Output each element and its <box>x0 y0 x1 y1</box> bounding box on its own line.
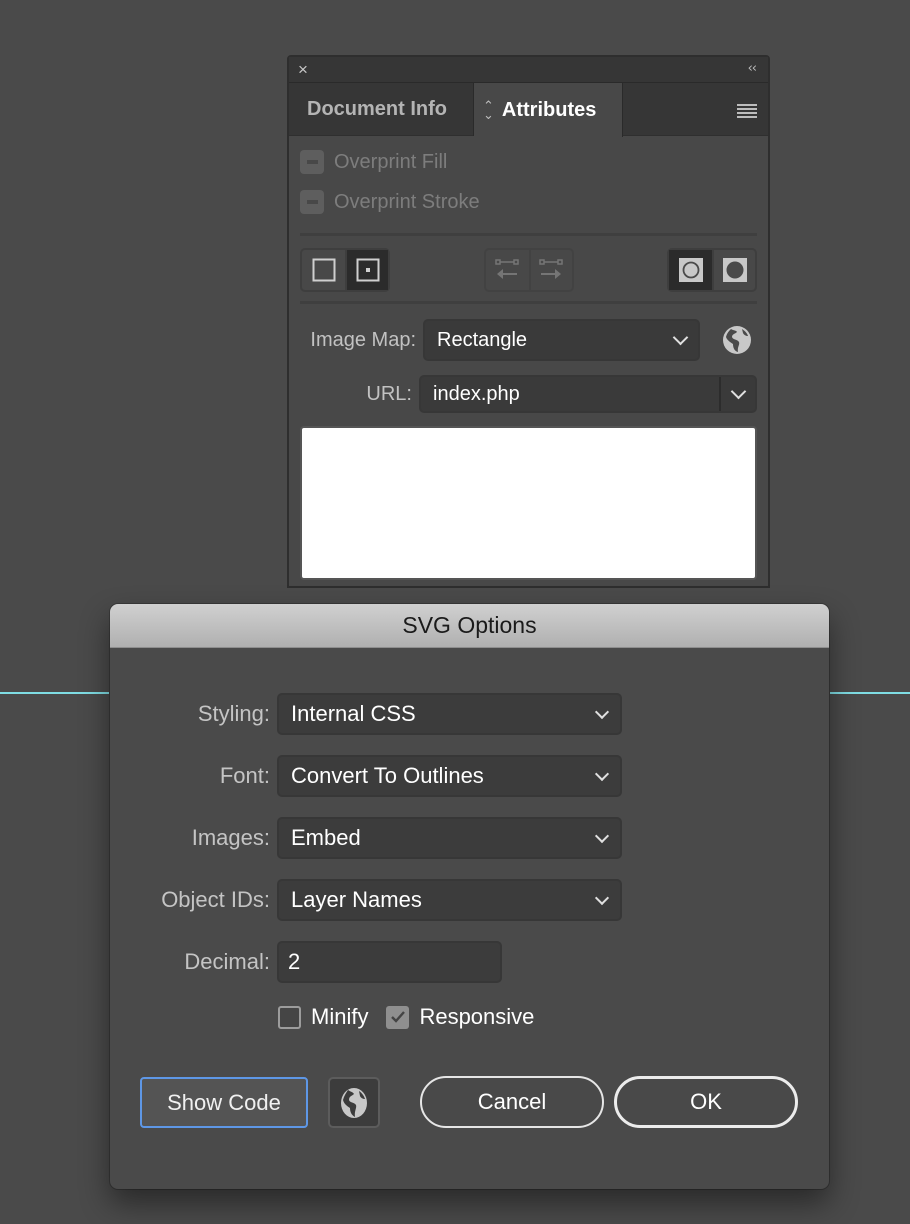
show-code-label: Show Code <box>167 1089 281 1115</box>
object-ids-row: Object IDs: Layer Names <box>110 879 622 921</box>
reverse-path-direction-off-button[interactable] <box>486 250 529 290</box>
chevron-down-icon <box>594 828 610 844</box>
center-toggle-group <box>300 248 390 292</box>
font-select[interactable]: Convert To Outlines <box>277 755 622 797</box>
panel-menu-icon[interactable] <box>737 104 757 120</box>
canvas-guide-line <box>828 692 910 694</box>
checkmark-icon <box>391 1011 405 1023</box>
images-label: Images: <box>191 825 270 850</box>
minify-label[interactable]: Minify <box>311 1004 368 1030</box>
styling-value: Internal CSS <box>291 701 416 726</box>
browser-globe-icon[interactable] <box>722 325 752 355</box>
square-icon <box>312 258 335 282</box>
url-combobox: index.php <box>419 375 757 413</box>
chevron-down-icon <box>594 890 610 906</box>
dialog-titlebar[interactable]: SVG Options <box>110 604 829 648</box>
chevron-down-icon <box>730 383 747 400</box>
object-ids-label: Object IDs: <box>161 887 270 912</box>
panel-tabbar: Document Info ⌃ ⌄ Attributes <box>289 83 768 137</box>
square-center-dot-icon <box>356 258 379 282</box>
font-label: Font: <box>219 763 270 788</box>
responsive-label[interactable]: Responsive <box>419 1004 534 1030</box>
url-dropdown-button[interactable] <box>721 377 755 411</box>
output-options: Minify Responsive <box>278 1004 552 1030</box>
url-value: index.php <box>433 382 520 405</box>
image-map-row: Image Map: Rectangle <box>300 319 757 361</box>
url-input[interactable]: index.php <box>421 377 721 411</box>
overprint-fill-label: Overprint Fill <box>334 150 448 173</box>
even-odd-icon <box>722 258 747 282</box>
collapse-icon[interactable]: ‹‹ <box>748 61 757 76</box>
dont-show-center-button[interactable] <box>302 250 345 290</box>
overprint-fill-checkbox[interactable] <box>300 150 324 174</box>
images-row: Images: Embed <box>110 817 622 859</box>
nonzero-winding-button[interactable] <box>669 250 712 290</box>
tab-document-info[interactable]: Document Info <box>289 83 474 136</box>
styling-label: Styling: <box>197 701 270 726</box>
images-select[interactable]: Embed <box>277 817 622 859</box>
overprint-fill-row: Overprint Fill <box>300 142 757 182</box>
decimal-label: Decimal: <box>184 949 270 974</box>
overprint-stroke-label: Overprint Stroke <box>334 190 480 213</box>
ok-label: OK <box>690 1089 722 1114</box>
tab-label: Attributes <box>501 98 597 121</box>
even-odd-button[interactable] <box>712 250 755 290</box>
font-row: Font: Convert To Outlines <box>110 755 622 797</box>
images-value: Embed <box>291 825 361 850</box>
preview-in-browser-button[interactable] <box>328 1077 380 1128</box>
url-label: URL: <box>366 382 412 405</box>
cancel-label: Cancel <box>477 1089 547 1114</box>
tab-attributes[interactable]: ⌃ ⌄ Attributes <box>474 83 623 137</box>
show-code-button[interactable]: Show Code <box>140 1077 308 1128</box>
cancel-button[interactable]: Cancel <box>420 1076 604 1128</box>
fill-rule-group <box>667 248 757 292</box>
font-value: Convert To Outlines <box>291 763 484 788</box>
show-center-button[interactable] <box>345 250 388 290</box>
minify-checkbox[interactable] <box>278 1005 301 1029</box>
decimal-row: Decimal: 2 <box>110 941 502 983</box>
responsive-checkbox[interactable] <box>386 1005 410 1029</box>
reverse-path-direction-on-button[interactable] <box>528 250 572 290</box>
close-icon[interactable]: × <box>298 60 308 80</box>
styling-row: Styling: Internal CSS <box>110 693 622 735</box>
styling-select[interactable]: Internal CSS <box>277 693 622 735</box>
svg-options-dialog: SVG Options Styling: Internal CSS Font: … <box>110 604 829 1189</box>
path-arrow-right-icon <box>539 259 563 279</box>
browser-globe-icon <box>341 1087 367 1118</box>
image-map-value: Rectangle <box>437 328 528 351</box>
decimal-input[interactable]: 2 <box>277 941 502 983</box>
dialog-title: SVG Options <box>402 612 537 638</box>
chevron-down-icon <box>672 329 689 346</box>
attribute-buttons-row <box>300 236 757 300</box>
overprint-stroke-row: Overprint Stroke <box>300 182 757 222</box>
chevron-down-icon <box>594 766 610 782</box>
notes-textarea[interactable] <box>300 426 757 580</box>
canvas-guide-line <box>0 692 112 694</box>
attributes-panel: × ‹‹ Document Info ⌃ ⌄ Attributes Overpri… <box>287 55 770 588</box>
chevron-down-icon <box>594 704 610 720</box>
path-arrow-left-icon <box>495 259 519 279</box>
divider <box>300 301 757 304</box>
nonzero-winding-icon <box>678 258 703 282</box>
decimal-value: 2 <box>288 949 301 974</box>
url-row: URL: index.php <box>300 375 757 413</box>
panel-titlebar[interactable]: × ‹‹ <box>289 57 768 83</box>
overprint-stroke-checkbox[interactable] <box>300 190 324 214</box>
object-ids-select[interactable]: Layer Names <box>277 879 622 921</box>
object-ids-value: Layer Names <box>291 887 422 912</box>
path-direction-group <box>483 248 574 292</box>
ok-button[interactable]: OK <box>614 1076 798 1128</box>
tab-label: Document Info <box>307 98 447 120</box>
image-map-label: Image Map: <box>310 328 416 351</box>
image-map-select[interactable]: Rectangle <box>423 319 700 361</box>
up-down-arrows-icon: ⌃ ⌄ <box>483 98 494 122</box>
